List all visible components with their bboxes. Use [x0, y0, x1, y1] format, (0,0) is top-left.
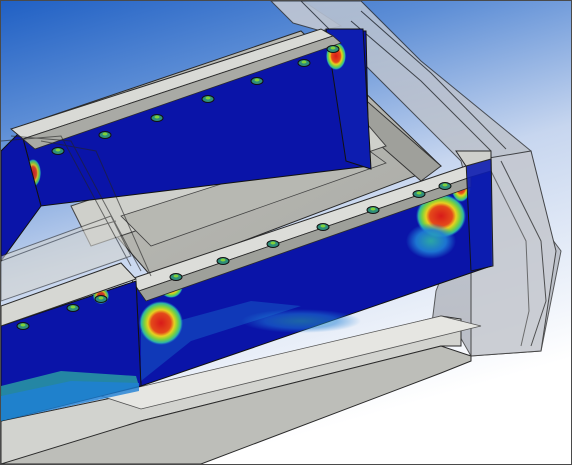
bolt-icon [51, 147, 65, 155]
bolt-icon [326, 45, 340, 53]
bolt-icon [438, 182, 452, 190]
bolt-icon [201, 95, 215, 103]
simulation-viewport[interactable] [0, 0, 572, 465]
bolt-icon [94, 295, 108, 303]
model-canvas[interactable] [1, 1, 571, 464]
bolt-icon [150, 114, 164, 122]
bolt-icon [297, 59, 311, 67]
bolt-icon [250, 77, 264, 85]
bolt-icon [66, 304, 80, 312]
bolt-icon [266, 240, 280, 248]
bolt-icon [98, 131, 112, 139]
bolt-icon [412, 190, 426, 198]
bolt-icon [169, 273, 183, 281]
bolt-icon [16, 322, 30, 330]
bolt-icon [216, 257, 230, 265]
hotspot-front-wall-left [139, 301, 183, 345]
bolt-icon [366, 206, 380, 214]
bolt-icon [316, 223, 330, 231]
